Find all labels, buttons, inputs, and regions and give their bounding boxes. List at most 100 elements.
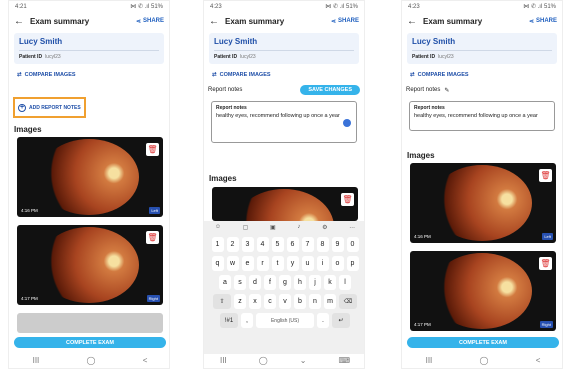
retina-image-partial[interactable] [17, 313, 163, 333]
emoji-icon[interactable]: ☺ [215, 224, 221, 230]
symbols-key[interactable]: !#1 [220, 313, 238, 328]
key[interactable]: 7 [301, 237, 314, 252]
keyboard-switch-icon[interactable]: ⌨ [338, 356, 350, 365]
key[interactable]: b [294, 294, 306, 309]
compare-images-button[interactable]: ⇄ COMPARE IMAGES [204, 64, 364, 78]
retina-image[interactable]: 🗑 4:16 PM Left [410, 163, 556, 243]
status-bar: 4:23 ⋈ ✆ .ıl 51% [210, 3, 358, 11]
key[interactable]: d [249, 275, 261, 290]
pencil-icon[interactable]: ✎ [444, 87, 449, 94]
compare-images-button[interactable]: ⇄ COMPARE IMAGES [402, 64, 562, 78]
key[interactable]: e [241, 256, 254, 271]
save-changes-button[interactable]: SAVE CHANGES [300, 85, 360, 95]
complete-exam-button[interactable]: COMPLETE EXAM [407, 337, 559, 348]
key[interactable]: v [279, 294, 291, 309]
key[interactable]: q [211, 256, 224, 271]
sticker-icon[interactable]: ▣ [270, 224, 276, 231]
key[interactable]: o [331, 256, 344, 271]
trash-icon[interactable]: 🗑 [146, 143, 159, 156]
retina-image[interactable]: 🗑 [212, 187, 358, 221]
key[interactable]: k [324, 275, 336, 290]
eye-badge: Left [542, 233, 553, 240]
key[interactable]: j [309, 275, 321, 290]
retina-image[interactable]: 🗑 4:17 PM Right [17, 225, 163, 305]
share-icon: ⋖ [135, 18, 141, 25]
complete-exam-button[interactable]: COMPLETE EXAM [14, 337, 166, 348]
retina-image[interactable]: 🗑 4:17 PM Right [410, 251, 556, 331]
share-button[interactable]: ⋖ SHARE [331, 18, 359, 25]
back-arrow-icon[interactable]: ← [407, 16, 419, 27]
clipboard-icon[interactable]: ▢ [243, 224, 249, 231]
eye-badge: Right [539, 321, 553, 328]
recent-apps-icon[interactable]: III [220, 356, 227, 365]
key[interactable]: t [271, 256, 284, 271]
key[interactable]: x [249, 294, 261, 309]
share-button[interactable]: ⋖ SHARE [529, 18, 557, 25]
key[interactable]: 8 [316, 237, 329, 252]
key[interactable]: i [316, 256, 329, 271]
key[interactable]: l [339, 275, 351, 290]
recent-apps-icon[interactable]: III [426, 356, 433, 365]
key[interactable]: c [264, 294, 276, 309]
key[interactable]: 4 [256, 237, 269, 252]
compare-images-button[interactable]: ⇄ COMPARE IMAGES [9, 64, 169, 78]
key[interactable]: f [264, 275, 276, 290]
trash-icon[interactable]: 🗑 [539, 169, 552, 182]
share-icon: ⋖ [528, 18, 534, 25]
key[interactable]: p [346, 256, 359, 271]
trash-icon[interactable]: 🗑 [146, 231, 159, 244]
system-nav: III ◯ < [9, 352, 169, 368]
back-nav-icon[interactable]: < [143, 356, 148, 365]
enter-key-icon[interactable]: ↵ [332, 313, 350, 328]
key[interactable]: 1 [211, 237, 224, 252]
eye-badge: Right [146, 295, 160, 302]
report-notes-input[interactable]: Report notes healthy eyes, recommend fol… [211, 101, 357, 143]
trash-icon[interactable]: 🗑 [341, 193, 354, 206]
key[interactable]: r [256, 256, 269, 271]
report-notes-text: healthy eyes, recommend following up onc… [414, 113, 538, 119]
settings-icon[interactable]: ⚙ [322, 224, 327, 231]
key[interactable]: a [219, 275, 231, 290]
key[interactable]: 3 [241, 237, 254, 252]
share-button[interactable]: ⋖ SHARE [136, 18, 164, 25]
home-icon[interactable]: ◯ [87, 356, 96, 365]
back-arrow-icon[interactable]: ← [14, 16, 26, 27]
key[interactable]: h [294, 275, 306, 290]
compare-icon: ⇄ [212, 72, 217, 78]
images-heading: Images [14, 125, 42, 134]
key[interactable]: w [226, 256, 239, 271]
shift-key-icon[interactable]: ⇧ [213, 294, 231, 309]
comma-key[interactable]: , [241, 313, 253, 328]
key[interactable]: g [279, 275, 291, 290]
home-icon[interactable]: ◯ [259, 356, 268, 365]
system-nav: III ◯ ⌄ ⌨ [204, 352, 364, 368]
key[interactable]: 9 [331, 237, 344, 252]
space-key[interactable]: English (US) [256, 313, 314, 328]
backspace-key-icon[interactable]: ⌫ [339, 294, 357, 309]
patient-name: Lucy Smith [412, 37, 552, 51]
key[interactable]: 6 [286, 237, 299, 252]
key[interactable]: 0 [346, 237, 359, 252]
key[interactable]: y [286, 256, 299, 271]
recent-apps-icon[interactable]: III [33, 356, 40, 365]
hide-keyboard-icon[interactable]: ⌄ [300, 356, 307, 365]
key[interactable]: s [234, 275, 246, 290]
trash-icon[interactable]: 🗑 [539, 257, 552, 270]
back-nav-icon[interactable]: < [536, 356, 541, 365]
patient-name: Lucy Smith [19, 37, 159, 51]
key[interactable]: z [234, 294, 246, 309]
mic-icon[interactable]: ♪ [297, 224, 300, 230]
back-arrow-icon[interactable]: ← [209, 16, 221, 27]
period-key[interactable]: . [317, 313, 329, 328]
key[interactable]: 5 [271, 237, 284, 252]
home-icon[interactable]: ◯ [480, 356, 489, 365]
key[interactable]: n [309, 294, 321, 309]
key[interactable]: m [324, 294, 336, 309]
more-icon[interactable]: … [349, 224, 355, 230]
key[interactable]: 2 [226, 237, 239, 252]
key[interactable]: u [301, 256, 314, 271]
add-report-notes-button[interactable]: + ADD REPORT NOTES [13, 97, 86, 118]
text-cursor-handle[interactable] [343, 119, 351, 127]
retina-image[interactable]: 🗑 4:16 PM Left [17, 137, 163, 217]
images-heading: Images [209, 174, 237, 183]
